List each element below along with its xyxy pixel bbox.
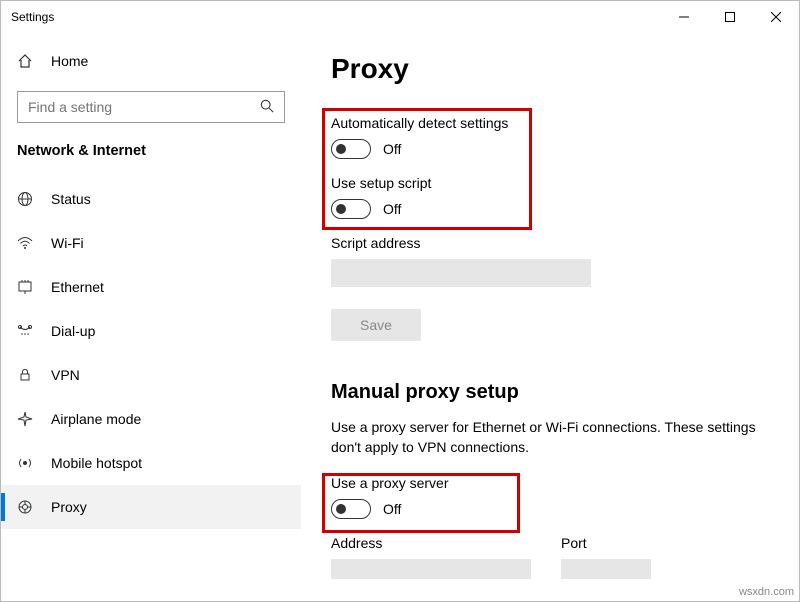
setup-script-toggle-row: Off [331, 199, 759, 219]
main-panel: Proxy Automatically detect settings Off … [301, 33, 799, 601]
address-label: Address [331, 535, 531, 551]
use-proxy-label: Use a proxy server [331, 475, 759, 491]
use-proxy-toggle-row: Off [331, 499, 759, 519]
sidebar: Home Network & Internet Status Wi-Fi [1, 33, 301, 601]
setup-script-block: Use setup script Off [331, 175, 759, 219]
use-proxy-toggle[interactable] [331, 499, 371, 519]
auto-detect-state: Off [383, 141, 401, 157]
auto-detect-toggle-row: Off [331, 139, 759, 159]
nav-item-status[interactable]: Status [1, 177, 301, 221]
ethernet-icon [17, 279, 33, 295]
nav-item-label: Airplane mode [51, 411, 141, 427]
address-port-row: Address Port [331, 535, 759, 579]
nav-item-airplane[interactable]: Airplane mode [1, 397, 301, 441]
vpn-icon [17, 367, 33, 383]
use-proxy-block: Use a proxy server Off [331, 475, 759, 519]
auto-detect-toggle[interactable] [331, 139, 371, 159]
save-button[interactable]: Save [331, 309, 421, 341]
search-icon [260, 99, 274, 116]
page-title: Proxy [331, 53, 759, 85]
auto-detect-block: Automatically detect settings Off [331, 115, 759, 159]
nav-category: Network & Internet [1, 131, 301, 177]
manual-description: Use a proxy server for Ethernet or Wi-Fi… [331, 418, 759, 457]
nav-item-label: Dial-up [51, 323, 95, 339]
settings-window: Settings Home [0, 0, 800, 602]
use-proxy-state: Off [383, 501, 401, 517]
minimize-button[interactable] [661, 1, 707, 33]
nav-item-label: VPN [51, 367, 80, 383]
wifi-icon [17, 235, 33, 251]
nav-item-wifi[interactable]: Wi-Fi [1, 221, 301, 265]
port-column: Port [561, 535, 651, 579]
script-address-label: Script address [331, 235, 759, 251]
nav-item-label: Mobile hotspot [51, 455, 142, 471]
script-address-input[interactable] [331, 259, 591, 287]
nav-home-label: Home [51, 53, 88, 69]
proxy-icon [17, 499, 33, 515]
nav-item-ethernet[interactable]: Ethernet [1, 265, 301, 309]
watermark: wsxdn.com [739, 586, 794, 598]
nav-item-label: Proxy [51, 499, 87, 515]
auto-detect-label: Automatically detect settings [331, 115, 759, 131]
setup-script-state: Off [383, 201, 401, 217]
search-box[interactable] [17, 91, 285, 123]
nav-item-hotspot[interactable]: Mobile hotspot [1, 441, 301, 485]
maximize-button[interactable] [707, 1, 753, 33]
address-column: Address [331, 535, 531, 579]
port-label: Port [561, 535, 651, 551]
nav-item-label: Ethernet [51, 279, 104, 295]
content-area: Home Network & Internet Status Wi-Fi [1, 33, 799, 601]
nav-item-dialup[interactable]: Dial-up [1, 309, 301, 353]
setup-script-toggle[interactable] [331, 199, 371, 219]
nav-item-proxy[interactable]: Proxy [1, 485, 301, 529]
nav-item-vpn[interactable]: VPN [1, 353, 301, 397]
nav-item-label: Status [51, 191, 91, 207]
port-input[interactable] [561, 559, 651, 579]
airplane-icon [17, 411, 33, 427]
home-icon [17, 53, 33, 69]
globe-icon [17, 191, 33, 207]
search-input[interactable] [28, 99, 260, 115]
window-controls [661, 1, 799, 33]
setup-script-label: Use setup script [331, 175, 759, 191]
manual-section-title: Manual proxy setup [331, 381, 759, 404]
hotspot-icon [17, 455, 33, 471]
address-input[interactable] [331, 559, 531, 579]
nav-home[interactable]: Home [1, 41, 301, 81]
nav-item-label: Wi-Fi [51, 235, 84, 251]
dialup-icon [17, 323, 33, 339]
window-title: Settings [11, 10, 661, 24]
titlebar: Settings [1, 1, 799, 33]
close-button[interactable] [753, 1, 799, 33]
